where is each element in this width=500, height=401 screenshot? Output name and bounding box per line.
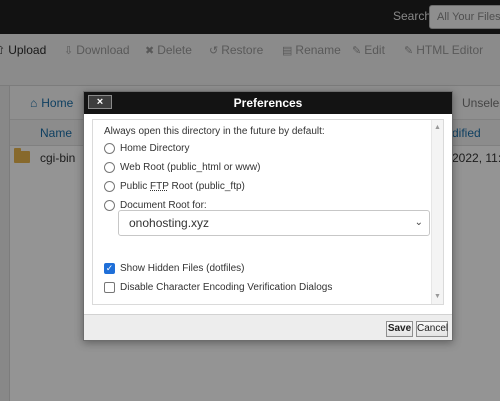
option-web-root[interactable]: Web Root (public_html or www) <box>104 162 260 173</box>
disable-encoding-label: Disable Character Encoding Verification … <box>120 282 333 293</box>
home-directory-radio[interactable] <box>104 143 115 154</box>
cancel-button[interactable]: Cancel <box>416 321 448 337</box>
dialog-scrollbar[interactable]: ▲ ▼ <box>431 120 443 304</box>
save-button[interactable]: Save <box>386 321 413 337</box>
ftp-abbreviation: FTP <box>150 181 169 192</box>
close-button[interactable]: × <box>88 95 112 109</box>
option-show-hidden-files[interactable]: ✓ Show Hidden Files (dotfiles) <box>104 263 245 274</box>
option-disable-encoding-dialogs[interactable]: Disable Character Encoding Verification … <box>104 282 332 293</box>
default-directory-intro: Always open this directory in the future… <box>104 126 325 137</box>
show-hidden-label: Show Hidden Files (dotfiles) <box>120 263 245 274</box>
scroll-up-icon[interactable]: ▲ <box>434 124 441 131</box>
document-root-radio[interactable] <box>104 200 115 211</box>
ftp-root-label-prefix: Public <box>120 181 151 192</box>
chevron-down-icon: ⌄ <box>414 217 423 228</box>
dialog-body: Always open this directory in the future… <box>92 119 444 305</box>
show-hidden-checkbox[interactable]: ✓ <box>104 263 115 274</box>
web-root-radio[interactable] <box>104 162 115 173</box>
disable-encoding-checkbox[interactable] <box>104 282 115 293</box>
preferences-dialog: × Preferences Always open this directory… <box>83 91 453 341</box>
home-directory-label: Home Directory <box>120 143 190 154</box>
dialog-title-bar: × Preferences <box>84 92 452 114</box>
domain-select[interactable]: onohosting.xyz ⌄ <box>118 210 430 236</box>
option-ftp-root[interactable]: Public FTP Root (public_ftp) <box>104 181 245 192</box>
dialog-footer: Save Cancel <box>84 314 452 340</box>
ftp-root-radio[interactable] <box>104 181 115 192</box>
option-home-directory[interactable]: Home Directory <box>104 143 189 154</box>
dialog-title: Preferences <box>233 96 303 110</box>
web-root-label: Web Root (public_html or www) <box>120 162 261 173</box>
scroll-down-icon[interactable]: ▼ <box>434 293 441 300</box>
ftp-root-label: Public FTP Root (public_ftp) <box>120 181 245 192</box>
domain-select-value: onohosting.xyz <box>129 216 210 230</box>
ftp-root-label-suffix: Root (public_ftp) <box>168 181 245 192</box>
